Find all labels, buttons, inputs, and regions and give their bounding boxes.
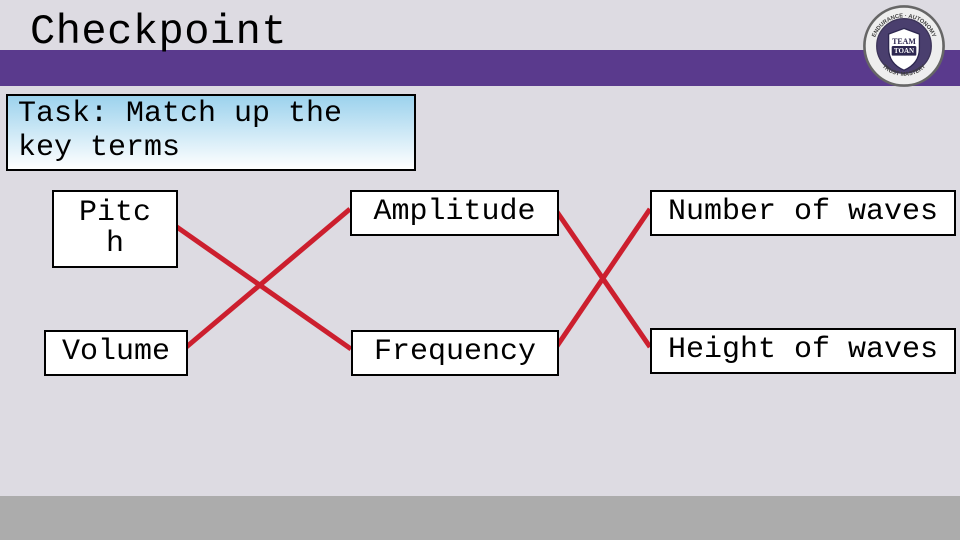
connection-line: [555, 209, 650, 347]
connection-line: [184, 209, 350, 349]
term-label: Frequency: [374, 337, 536, 369]
term-pitch[interactable]: Pitc h: [52, 190, 178, 268]
badge-top-text: TEAM: [892, 37, 916, 46]
header: Checkpoint: [0, 0, 960, 88]
footer-bar: [0, 496, 960, 540]
task-instruction: Task: Match up the key terms: [6, 94, 416, 171]
connection-line: [555, 209, 650, 349]
term-frequency[interactable]: Frequency: [351, 330, 559, 376]
term-height-of-waves[interactable]: Height of waves: [650, 328, 956, 374]
page-title: Checkpoint: [30, 8, 287, 56]
term-volume[interactable]: Volume: [44, 330, 188, 376]
term-label: Volume: [62, 337, 170, 369]
term-label: Number of waves: [668, 197, 938, 229]
term-label: Height of waves: [668, 335, 938, 367]
term-label: Pitc h: [79, 198, 151, 261]
connection-line: [174, 225, 351, 349]
term-number-of-waves[interactable]: Number of waves: [650, 190, 956, 236]
badge-bottom-text: TOAN: [894, 47, 914, 55]
term-amplitude[interactable]: Amplitude: [350, 190, 559, 236]
team-badge-icon: TEAM TOAN ENDURANCE · AUTONOMY TRUST MAS…: [860, 2, 948, 90]
term-label: Amplitude: [373, 197, 535, 229]
